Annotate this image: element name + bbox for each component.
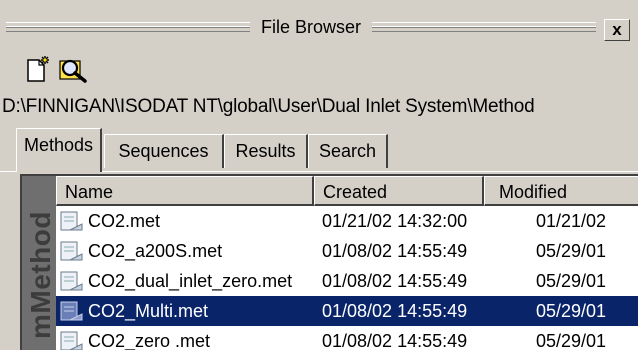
file-created: 01/08/02 14:55:49 — [322, 241, 468, 261]
column-header-modified[interactable]: Modified — [484, 176, 638, 206]
title-grip-right — [372, 22, 596, 32]
column-header-created[interactable]: Created — [314, 176, 484, 206]
title-bar[interactable]: File Browser x — [0, 0, 638, 44]
file-name: CO2_a200S.met — [88, 241, 223, 261]
file-modified: 01/21/02 — [536, 211, 607, 231]
table-row[interactable]: CO2.met 01/21/02 14:32:00 01/21/02 — [56, 206, 638, 236]
tab-search[interactable]: Search — [308, 134, 388, 168]
file-created: 01/21/02 14:32:00 — [322, 211, 468, 231]
file-name: CO2.met — [88, 211, 161, 231]
file-modified: 05/29/01 — [536, 271, 607, 291]
method-file-icon — [60, 240, 84, 262]
table-row[interactable]: CO2_dual_inlet_zero.met 01/08/02 14:55:4… — [56, 266, 638, 296]
column-header-name[interactable]: Name — [56, 176, 314, 206]
table-row-selected[interactable]: CO2_Multi.met 01/08/02 14:55:49 05/29/01 — [56, 296, 638, 326]
method-file-icon — [60, 300, 84, 322]
file-created: 01/08/02 14:55:49 — [322, 271, 468, 291]
new-file-icon[interactable] — [24, 55, 52, 83]
file-list[interactable]: mMethod Name Created Modified CO2.met 01… — [20, 174, 638, 350]
window-title: File Browser — [260, 17, 362, 37]
file-name: CO2_dual_inlet_zero.met — [88, 271, 293, 291]
title-grip-left — [6, 22, 250, 32]
file-modified: 05/29/01 — [536, 301, 607, 321]
method-file-icon — [60, 210, 84, 232]
table-header: Name Created Modified — [56, 176, 638, 206]
file-modified: 05/29/01 — [536, 241, 607, 261]
tab-results[interactable]: Results — [224, 134, 308, 168]
table-row[interactable]: CO2_zero .met 01/08/02 14:55:49 05/29/01 — [56, 326, 638, 350]
tab-sequences[interactable]: Sequences — [104, 134, 224, 168]
file-modified: 05/29/01 — [536, 331, 607, 350]
tab-methods[interactable]: Methods — [16, 128, 102, 172]
side-label-bar: mMethod — [22, 176, 56, 350]
method-file-icon — [60, 330, 84, 350]
file-name: CO2_zero .met — [88, 331, 211, 350]
close-button[interactable]: x — [604, 19, 630, 41]
tab-strip: Methods Sequences Results Search — [0, 128, 638, 172]
side-label: mMethod — [25, 211, 56, 339]
file-created: 01/08/02 14:55:49 — [322, 331, 468, 350]
file-name: CO2_Multi.met — [88, 301, 209, 321]
method-file-icon — [60, 270, 84, 292]
table-row[interactable]: CO2_a200S.met 01/08/02 14:55:49 05/29/01 — [56, 236, 638, 266]
current-path: D:\FINNIGAN\ISODAT NT\global\User\Dual I… — [2, 96, 535, 117]
file-created: 01/08/02 14:55:49 — [322, 301, 468, 321]
search-icon[interactable] — [58, 55, 87, 83]
